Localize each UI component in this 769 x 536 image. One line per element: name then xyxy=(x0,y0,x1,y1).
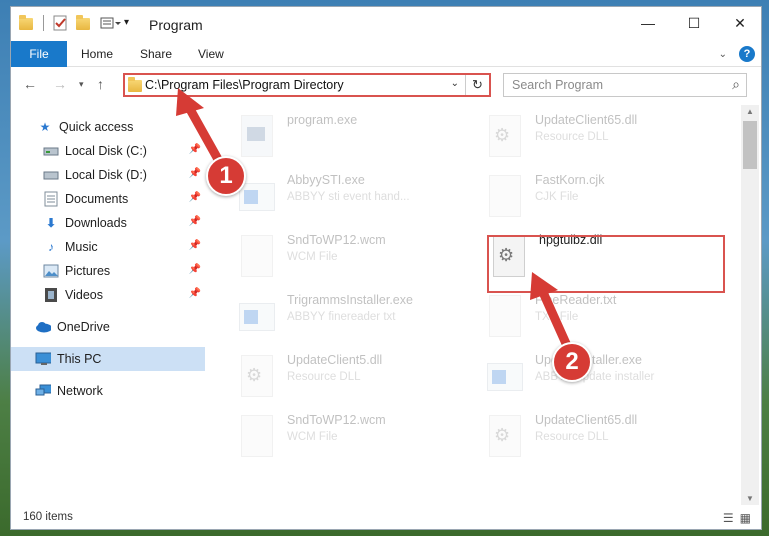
arrow-to-file xyxy=(537,285,573,353)
arrowhead-1 xyxy=(176,88,204,116)
step-badge-1: 1 xyxy=(206,156,246,196)
annotation-arrows xyxy=(176,88,573,353)
step-badge-2: 2 xyxy=(552,342,592,382)
